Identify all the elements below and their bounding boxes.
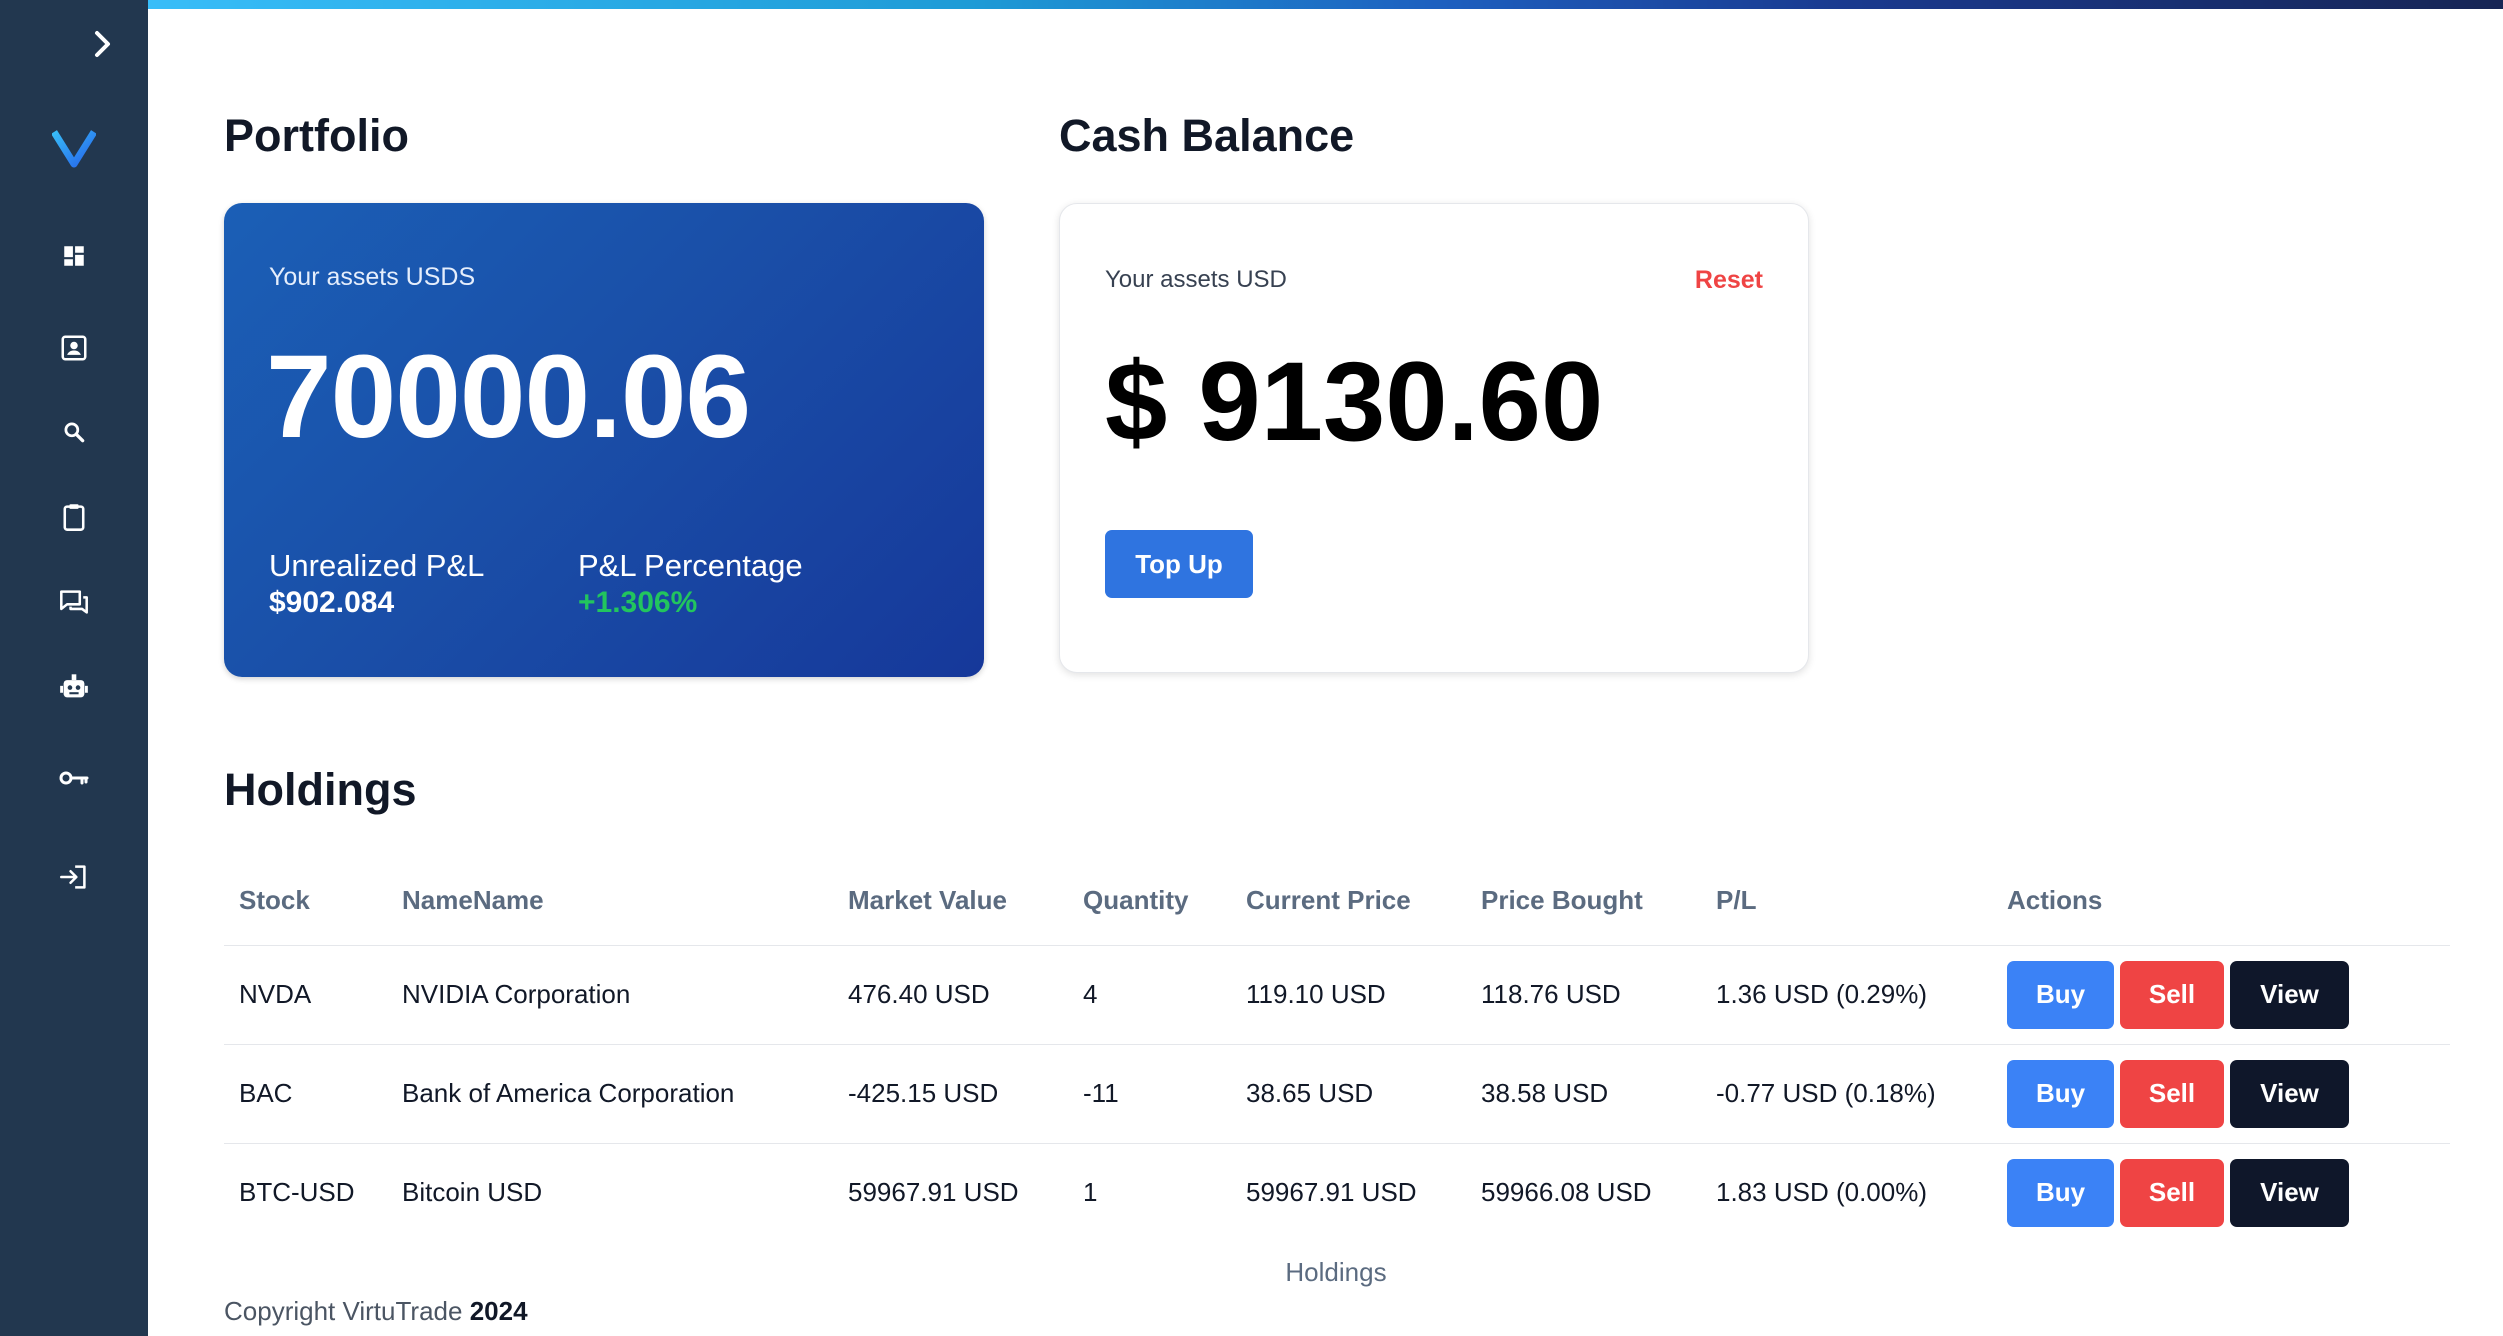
cell-pl: 1.36 USD (0.29%) xyxy=(1701,945,1992,1045)
cell-stock: BTC-USD xyxy=(239,1177,355,1208)
portfolio-card: Your assets USDS 70000.06 Unrealized P&L… xyxy=(224,203,984,677)
pl-percentage-label: P&L Percentage xyxy=(578,548,803,583)
buy-button[interactable]: Buy xyxy=(2007,1059,2114,1128)
cell-pl: 1.83 USD (0.00%) xyxy=(1716,1177,1927,1208)
column-header-stock[interactable]: Stock xyxy=(224,857,387,946)
cell-market-value: 59967.91 USD xyxy=(848,1177,1019,1208)
portfolio-title: Portfolio xyxy=(224,110,409,161)
sidebar-item-logout[interactable] xyxy=(0,847,148,907)
column-header-actions: Actions xyxy=(1992,857,2450,946)
top-up-button[interactable]: Top Up xyxy=(1105,530,1253,598)
cell-current-price: 59967.91 USD xyxy=(1246,1177,1417,1208)
cell-quantity: 1 xyxy=(1083,1177,1098,1208)
table-row: BAC Bank of America Corporation -425.15 … xyxy=(224,1044,2450,1144)
holdings-table: Stock NameName Market Value Quantity Cur… xyxy=(224,857,2450,1242)
chat-icon xyxy=(59,588,89,616)
buy-button[interactable]: Buy xyxy=(2007,1158,2114,1227)
view-button[interactable]: View xyxy=(2230,960,2349,1029)
cash-balance-card: Your assets USD Reset $ 9130.60 Top Up xyxy=(1059,203,1809,673)
column-header-price-bought[interactable]: Price Bought xyxy=(1466,857,1701,946)
sidebar-item-bot[interactable] xyxy=(0,657,148,717)
portfolio-assets-value: 70000.06 xyxy=(266,331,751,463)
key-icon xyxy=(59,768,89,788)
cell-actions: Buy Sell View xyxy=(1992,1143,2450,1242)
column-header-name[interactable]: NameName xyxy=(387,857,833,946)
cell-current-price: 119.10 USD xyxy=(1231,945,1466,1045)
cell-price-bought: 118.76 USD xyxy=(1466,945,1701,1045)
view-button[interactable]: View xyxy=(2230,1059,2349,1128)
column-header-current-price[interactable]: Current Price xyxy=(1231,857,1466,946)
cell-pl: -0.77 USD (0.18%) xyxy=(1701,1044,1992,1144)
cell-stock: NVDA xyxy=(224,945,387,1045)
cell-quantity: -11 xyxy=(1068,1044,1231,1144)
cell-quantity: 4 xyxy=(1068,945,1231,1045)
cash-assets-label: Your assets USD xyxy=(1105,266,1287,293)
cell-current-price: 38.65 USD xyxy=(1231,1044,1466,1144)
sell-button[interactable]: Sell xyxy=(2120,960,2224,1029)
search-icon xyxy=(61,419,87,445)
sidebar-item-search[interactable] xyxy=(0,402,148,462)
column-header-pl[interactable]: P/L xyxy=(1701,857,1992,946)
copyright-year: 2024 xyxy=(469,1296,528,1326)
reset-button[interactable]: Reset xyxy=(1695,266,1763,295)
cell-actions: Buy Sell View xyxy=(1992,945,2450,1045)
cell-price-bought: 59966.08 USD xyxy=(1481,1177,1652,1208)
main-content: Portfolio Cash Balance Your assets USDS … xyxy=(148,9,2503,1336)
footer-copyright: Copyright VirtuTrade 2024 xyxy=(224,1296,528,1327)
contact-card-icon xyxy=(59,333,89,363)
cash-balance-value: $ 9130.60 xyxy=(1105,339,1604,464)
table-row: BTC-USD Bitcoin USD 59967.91 USD 1 59967… xyxy=(224,1143,2450,1242)
chevron-right-icon xyxy=(94,30,112,58)
cell-market-value: 476.40 USD xyxy=(833,945,1068,1045)
portfolio-assets-label: Your assets USDS xyxy=(269,263,476,291)
column-header-quantity[interactable]: Quantity xyxy=(1068,857,1231,946)
sell-button[interactable]: Sell xyxy=(2120,1158,2224,1227)
cash-balance-title: Cash Balance xyxy=(1059,110,1355,161)
column-header-market-value[interactable]: Market Value xyxy=(833,857,1068,946)
cell-actions: Buy Sell View xyxy=(1992,1044,2450,1144)
sidebar-item-orders[interactable] xyxy=(0,487,148,547)
app-logo[interactable] xyxy=(0,118,148,178)
holdings-title: Holdings xyxy=(224,764,417,815)
cell-stock: BAC xyxy=(224,1044,387,1144)
logo-v-icon xyxy=(52,130,96,168)
sidebar-toggle-button[interactable] xyxy=(0,14,148,74)
robot-icon xyxy=(59,673,89,701)
copyright-text: Copyright VirtuTrade xyxy=(224,1296,463,1326)
dashboard-icon xyxy=(61,243,87,269)
clipboard-icon xyxy=(60,502,88,532)
cell-name: Bank of America Corporation xyxy=(387,1044,833,1144)
view-button[interactable]: View xyxy=(2230,1158,2349,1227)
sidebar-item-keys[interactable] xyxy=(0,748,148,808)
buy-button[interactable]: Buy xyxy=(2007,960,2114,1029)
sell-button[interactable]: Sell xyxy=(2120,1059,2224,1128)
sidebar-item-contacts[interactable] xyxy=(0,318,148,378)
unrealized-pl-label: Unrealized P&L xyxy=(269,548,485,583)
sidebar xyxy=(0,0,148,1336)
table-header-row: Stock NameName Market Value Quantity Cur… xyxy=(224,857,2450,946)
table-row: NVDA NVIDIA Corporation 476.40 USD 4 119… xyxy=(224,945,2450,1045)
unrealized-pl-value: $902.084 xyxy=(269,586,395,619)
top-gradient-bar xyxy=(148,0,2503,9)
cell-name: NVIDIA Corporation xyxy=(387,945,833,1045)
cell-market-value: -425.15 USD xyxy=(833,1044,1068,1144)
pl-percentage-value: +1.306% xyxy=(578,586,698,619)
sidebar-item-dashboard[interactable] xyxy=(0,226,148,286)
cell-price-bought: 38.58 USD xyxy=(1466,1044,1701,1144)
logout-icon xyxy=(59,863,89,891)
table-caption: Holdings xyxy=(1285,1257,1387,1287)
cell-name: Bitcoin USD xyxy=(402,1177,543,1208)
sidebar-item-forum[interactable] xyxy=(0,572,148,632)
